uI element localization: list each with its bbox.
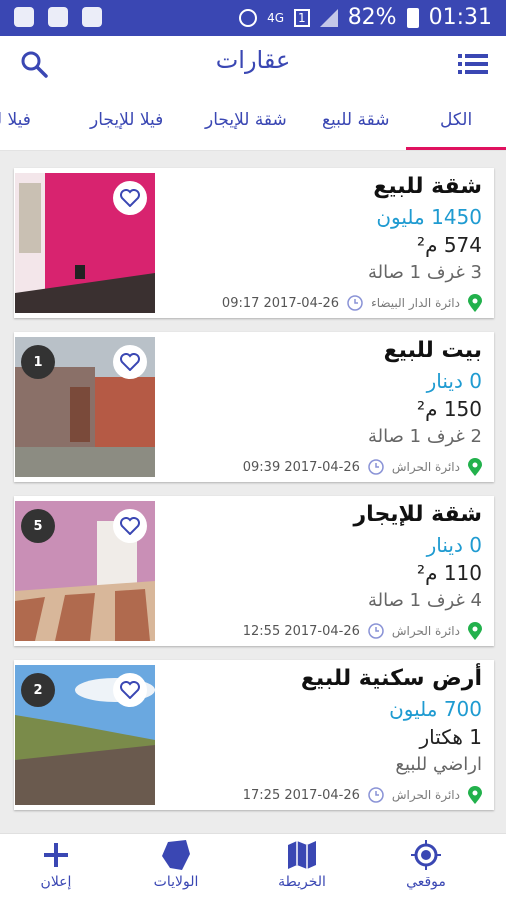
- listing-datetime: 17:25 2017-04-26: [242, 787, 360, 803]
- clock-icon: [368, 787, 384, 803]
- listing-location: دائرة الدار البيضاء: [371, 296, 460, 310]
- heart-icon: [120, 517, 140, 535]
- nav-map-label: الخريطة: [278, 874, 326, 890]
- algeria-map-icon: [162, 840, 190, 870]
- listing-photo[interactable]: 2: [15, 665, 155, 805]
- battery-percent: 82%: [347, 5, 397, 30]
- gallery-notification-icon: [14, 7, 34, 27]
- location-pin-icon: [468, 622, 482, 640]
- listing-rooms: 3 غرف 1 صالة: [368, 262, 482, 283]
- photo-count: 2: [33, 682, 43, 698]
- listing-photo[interactable]: [15, 173, 155, 313]
- heart-icon: [120, 189, 140, 207]
- map-icon: [288, 841, 316, 869]
- listing-photo[interactable]: 1: [15, 337, 155, 477]
- listing-location: دائرة الحراش: [391, 460, 460, 474]
- alarm-icon: [239, 8, 258, 27]
- category-tabs: الكل شقة للبيع شقة للإيجار فيلا للإيجار …: [0, 92, 506, 151]
- message-notification-icon: [48, 7, 68, 27]
- listing-price: 700 مليون: [389, 697, 482, 721]
- listing-rooms: 4 غرف 1 صالة: [368, 590, 482, 611]
- location-pin-icon: [468, 294, 482, 312]
- plus-icon: [44, 843, 68, 867]
- listing-area: 150 م²: [417, 397, 482, 421]
- tab-villa-rent[interactable]: فيلا للإيجار: [90, 110, 163, 130]
- listing-location: دائرة الحراش: [391, 788, 460, 802]
- listing-card[interactable]: 2 أرض سكنية للبيع 700 مليون 1 هكتار اراض…: [14, 660, 494, 810]
- bottom-navigation: إعلان الولايات الخريطة موقعي: [0, 833, 506, 901]
- listing-list: شقة للبيع 1450 مليون 574 م² 3 غرف 1 صالة…: [14, 168, 494, 824]
- photo-count-badge: 5: [21, 509, 55, 543]
- tab-apartment-rent[interactable]: شقة للإيجار: [205, 110, 287, 130]
- nav-my-location[interactable]: موقعي: [376, 840, 476, 890]
- listing-title: بيت للبيع: [383, 338, 482, 363]
- photo-count: 5: [33, 518, 43, 534]
- battery-icon: [406, 7, 419, 28]
- listing-area: 1 هكتار: [419, 725, 482, 749]
- nav-provinces-label: الولايات: [153, 874, 199, 890]
- listing-datetime: 12:55 2017-04-26: [242, 623, 360, 639]
- active-tab-indicator: [406, 147, 506, 150]
- location-target-icon: [411, 840, 441, 870]
- listing-title: شقة للبيع: [373, 174, 482, 199]
- app-bar: عقارات: [0, 36, 506, 92]
- photo-count-badge: 1: [21, 345, 55, 379]
- clock-icon: [347, 295, 363, 311]
- clock-icon: [368, 459, 384, 475]
- network-type: 4G: [267, 10, 285, 25]
- menu-icon[interactable]: [458, 52, 488, 76]
- tab-all[interactable]: الكل: [440, 110, 472, 130]
- listing-location: دائرة الحراش: [391, 624, 460, 638]
- photo-count: 1: [33, 354, 43, 370]
- heart-icon: [120, 353, 140, 371]
- photo-count-badge: 2: [21, 673, 55, 707]
- listing-rooms: اراضي للبيع: [395, 754, 482, 775]
- listing-price: 1450 مليون: [376, 205, 482, 229]
- nav-add-listing-label: إعلان: [40, 874, 72, 890]
- sim-indicator: 1: [294, 8, 310, 27]
- nav-map[interactable]: الخريطة: [252, 840, 352, 890]
- listing-price: 0 دينار: [426, 369, 482, 393]
- tab-villa-sale[interactable]: فيلا للبيع: [0, 110, 31, 130]
- tab-apartment-sale[interactable]: شقة للبيع: [322, 110, 389, 130]
- notification-icons: [14, 7, 102, 27]
- listing-datetime: 09:17 2017-04-26: [221, 295, 340, 311]
- location-pin-icon: [468, 786, 482, 804]
- listing-area: 574 م²: [417, 233, 482, 257]
- favorite-button[interactable]: [113, 509, 147, 543]
- nav-my-location-label: موقعي: [406, 874, 446, 890]
- listing-title: شقة للإيجار: [353, 502, 482, 527]
- messenger-notification-icon: [82, 7, 102, 27]
- favorite-button[interactable]: [113, 673, 147, 707]
- signal-icon: [319, 8, 338, 27]
- listing-rooms: 2 غرف 1 صالة: [368, 426, 482, 447]
- favorite-button[interactable]: [113, 345, 147, 379]
- listing-price: 0 دينار: [426, 533, 482, 557]
- listing-datetime: 09:39 2017-04-26: [242, 459, 360, 475]
- listing-photo[interactable]: 5: [15, 501, 155, 641]
- listing-card[interactable]: شقة للبيع 1450 مليون 574 م² 3 غرف 1 صالة…: [14, 168, 494, 318]
- listing-area: 110 م²: [417, 561, 482, 585]
- favorite-button[interactable]: [113, 181, 147, 215]
- nav-provinces[interactable]: الولايات: [126, 840, 226, 890]
- listing-card[interactable]: 5 شقة للإيجار 0 دينار 110 م² 4 غرف 1 صال…: [14, 496, 494, 646]
- listing-card[interactable]: 1 بيت للبيع 0 دينار 150 م² 2 غرف 1 صالة …: [14, 332, 494, 482]
- heart-icon: [120, 681, 140, 699]
- nav-add-listing[interactable]: إعلان: [6, 840, 106, 890]
- status-bar: 4G 1 82% 01:31: [0, 0, 506, 36]
- listing-title: أرض سكنية للبيع: [300, 666, 482, 691]
- location-pin-icon: [468, 458, 482, 476]
- page-title: عقارات: [215, 46, 291, 74]
- clock-icon: [368, 623, 384, 639]
- clock: 01:31: [428, 5, 492, 30]
